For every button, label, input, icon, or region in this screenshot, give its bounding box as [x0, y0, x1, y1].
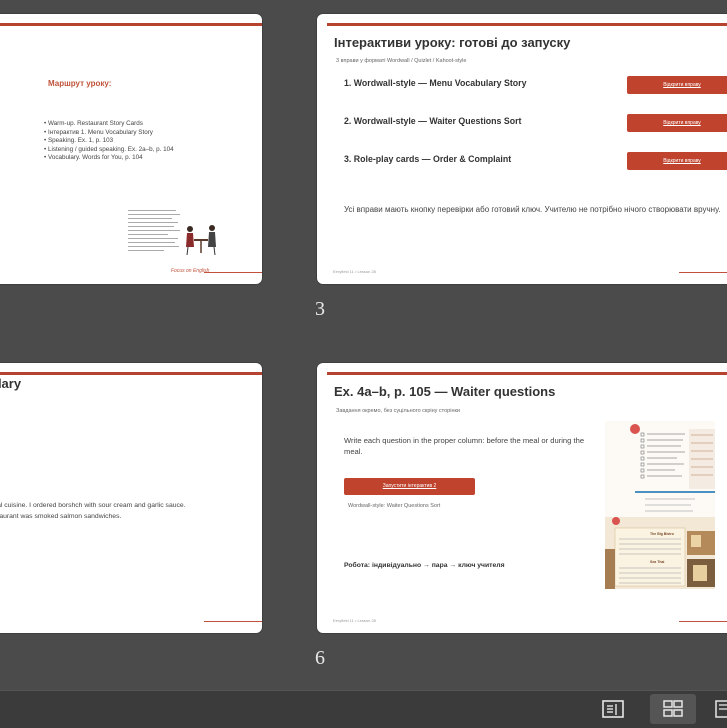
slide-sorter-button[interactable]	[650, 694, 696, 724]
open-exercise-button-1[interactable]: Відкрити вправу	[627, 76, 727, 94]
slide-accent-bar	[327, 23, 727, 26]
footer-line	[679, 621, 727, 622]
slide-accent-bar	[0, 23, 262, 26]
slide-thumbnail-3[interactable]: Інтерактиви уроку: готові до запуску 3 в…	[317, 14, 727, 284]
open-exercise-button-3[interactable]: Відкрити вправу	[627, 152, 727, 170]
footer-line	[204, 621, 262, 622]
slide-footer: Eeryfield 11 • Lesson 28	[333, 269, 376, 274]
exercise-label-1: 1. Wordwall-style — Menu Vocabulary Stor…	[344, 78, 527, 88]
focus-on-english-logo: Focus on English	[171, 268, 210, 274]
slide-sorter-icon	[663, 700, 683, 717]
slide-title: ulary	[0, 376, 22, 391]
list-item: Інтерактив 1. Menu Vocabulary Story	[44, 129, 174, 138]
slide-body-text: ional cuisine. I ordered borshch with so…	[0, 500, 186, 522]
textbook-page-drawing: The Big Bistro Sea Thai	[605, 421, 715, 589]
body-line: ional cuisine. I ordered borshch with so…	[0, 502, 186, 509]
dialogue-text-image	[128, 210, 180, 254]
slide-accent-bar	[327, 372, 727, 375]
normal-view-icon	[715, 700, 727, 718]
exercise-label-2: 2. Wordwall-style — Waiter Questions Sor…	[344, 116, 522, 126]
slide-thumbnail-5[interactable]: ulary ional cuisine. I ordered borshch w…	[0, 363, 262, 633]
slide-subtitle: 3 вправи у форматі Wordwall / Quizlet / …	[336, 58, 467, 64]
slide-footer: Eeryfield 11 • Lesson 28	[333, 618, 376, 623]
slide-subtitle: Завдання окремо, без суцільного скріну с…	[336, 408, 460, 414]
route-list: Warm-up. Restaurant Story Cards Інтеракт…	[44, 120, 174, 163]
slide-sorter-stage: Маршрут уроку: Warm-up. Restaurant Story…	[0, 0, 727, 690]
interactive-caption: Wordwall-style: Waiter Questions Sort	[348, 503, 441, 509]
slide-number-3: 3	[315, 298, 325, 320]
work-mode-text: Робота: індивідуально → пара → ключ учит…	[344, 562, 505, 569]
textbook-page-image: The Big Bistro Sea Thai	[605, 421, 715, 589]
normal-view-button[interactable]	[708, 694, 727, 724]
book-heading-2: Sea Thai	[650, 560, 664, 564]
list-item: Vocabulary. Words for You, p. 104	[44, 154, 174, 163]
book-heading-1: The Big Bistro	[650, 532, 674, 536]
slide-accent-bar	[0, 372, 262, 375]
slide-note: Усі вправи мають кнопку перевірки або го…	[344, 205, 721, 214]
route-title: Маршрут уроку:	[48, 79, 112, 88]
footer-line	[204, 272, 262, 273]
slide-thumbnail-2[interactable]: Маршрут уроку: Warm-up. Restaurant Story…	[0, 14, 262, 284]
restaurant-couple-illustration	[186, 225, 216, 256]
list-item: Speaking. Ex. 1, p. 103	[44, 137, 174, 146]
slide-title: Ex. 4a–b, p. 105 — Waiter questions	[334, 384, 556, 399]
slide-thumbnail-6[interactable]: Ex. 4a–b, p. 105 — Waiter questions Завд…	[317, 363, 727, 633]
footer-line	[679, 272, 727, 273]
reading-view-button[interactable]	[590, 694, 636, 724]
launch-interactive-button[interactable]: Запустити інтерактив 2	[344, 478, 475, 495]
bottom-toolbar	[0, 690, 727, 728]
body-line: restaurant was smoked salmon sandwiches.	[0, 513, 122, 520]
exercise-label-3: 3. Role-play cards — Order & Complaint	[344, 154, 512, 164]
slide-title: Інтерактиви уроку: готові до запуску	[334, 35, 571, 50]
reading-view-icon	[602, 700, 624, 718]
list-item: Listening / guided speaking. Ex. 2a–b, p…	[44, 146, 174, 155]
open-exercise-button-2[interactable]: Відкрити вправу	[627, 114, 727, 132]
task-text: Write each question in the proper column…	[344, 436, 585, 456]
slide-number-6: 6	[315, 647, 325, 669]
list-item: Warm-up. Restaurant Story Cards	[44, 120, 174, 129]
